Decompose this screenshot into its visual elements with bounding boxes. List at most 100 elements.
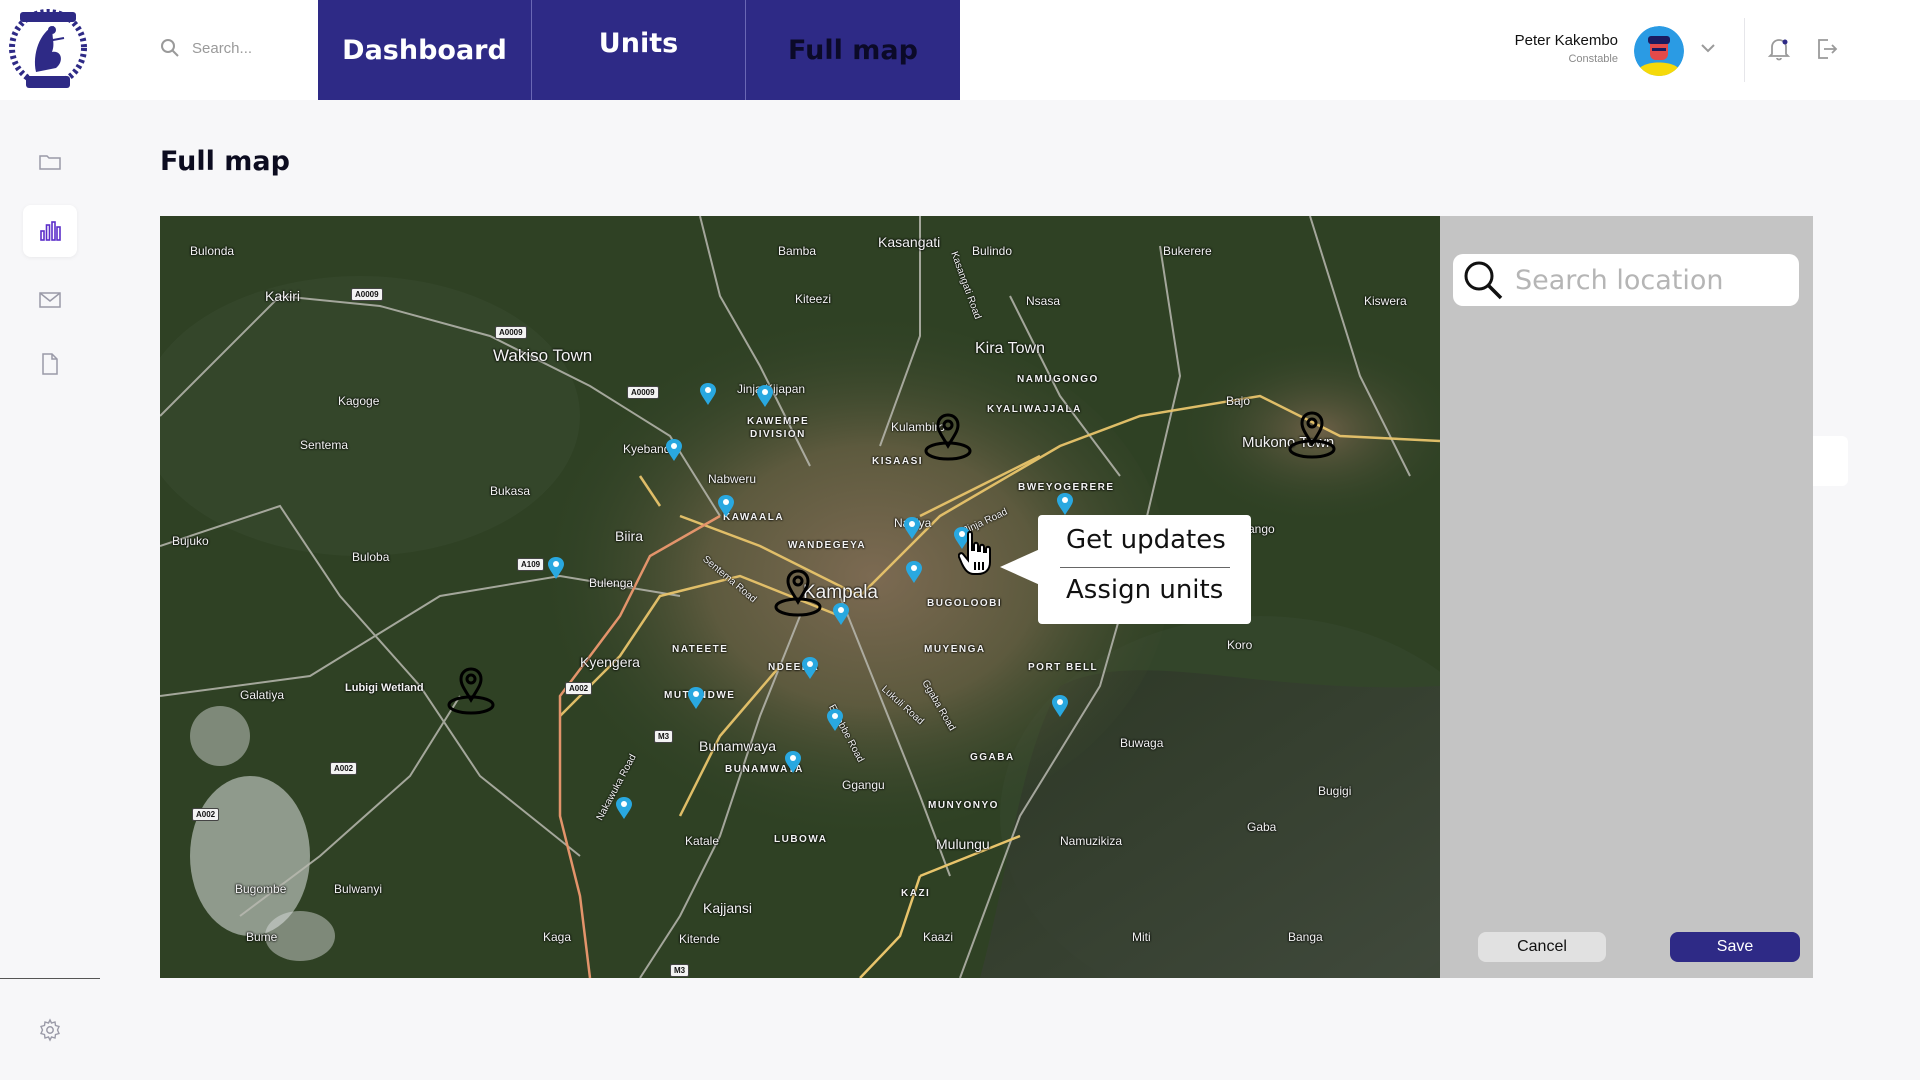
map-label: LUBOWA [774,834,828,845]
location-pin-icon[interactable] [1051,694,1069,718]
menu-item-get-updates[interactable]: Get updates [1066,525,1226,555]
road-shield: A002 [565,682,593,695]
location-pin-icon[interactable] [832,602,850,626]
map-label: NATEETE [672,644,729,655]
location-pin-icon[interactable] [615,796,633,820]
location-pin-icon[interactable] [699,382,717,406]
map-label: WANDEGEYA [788,540,867,551]
map-label: Bamba [778,244,817,258]
map-label: Bulwanyi [334,882,383,896]
location-pin-icon[interactable] [687,686,705,710]
sidebar-item-analytics[interactable] [23,205,77,257]
map-label: Sentema [300,438,349,452]
road-shield: A002 [330,762,358,775]
map-label: MUNYONYO [928,800,999,811]
map-label: Buloba [352,550,390,564]
mail-icon [39,292,61,308]
global-search[interactable] [160,38,312,58]
map-label: DIVISION [750,429,806,440]
police-crest-logo[interactable] [6,2,90,96]
map-label: KYALIWAJJALA [987,404,1082,415]
map-label: Banga [1288,930,1323,944]
map-label: Bulonda [190,244,235,258]
map-label: Kakiri [265,288,301,304]
road-shield: M3 [654,730,674,743]
road-shield: A0009 [351,288,383,301]
map-label: Kajjansi [703,900,753,916]
map-label: KAZI [901,888,931,899]
chevron-down-icon[interactable] [1698,38,1718,58]
location-search-input[interactable] [1515,264,1785,296]
unit-marker-icon[interactable] [444,662,498,718]
location-pin-icon[interactable] [801,656,819,680]
tab-units[interactable]: Units [532,0,746,100]
main-nav: Dashboard Units Full map [318,0,960,100]
search-input[interactable] [192,39,312,57]
unit-marker-icon[interactable] [771,564,825,620]
location-panel: Cancel Save [1440,216,1813,978]
map-label: Kyengera [580,654,640,670]
map-label: Bujuko [172,534,209,548]
map-label: Kiteezi [795,292,832,306]
unit-marker-icon[interactable] [1285,406,1339,462]
location-search[interactable] [1453,254,1799,306]
map-label: Gaba [1247,820,1277,834]
unit-marker-icon[interactable] [921,408,975,464]
location-pin-icon[interactable] [784,750,802,774]
map-label: Koro [1227,638,1253,652]
map-label: Nsasa [1026,294,1061,308]
user-role: Constable [1568,53,1618,65]
map-label: Katale [685,834,720,848]
sidebar-item-settings[interactable] [23,1004,77,1056]
road-shield: A0009 [627,386,659,399]
map-label: KAWEMPE [747,416,810,427]
road-shield: A002 [192,808,220,821]
map-label: Mulungu [936,836,990,852]
sidebar-item-documents[interactable] [23,338,77,390]
map-label: Kaga [543,930,572,944]
map-label: Bajo [1226,394,1251,408]
save-button[interactable]: Save [1670,932,1800,962]
logout-icon[interactable] [1814,36,1840,62]
panel-collapse-handle[interactable] [1813,436,1848,486]
location-pin-icon[interactable] [826,708,844,732]
road-shield: A0009 [495,326,527,339]
location-pin-icon[interactable] [905,560,923,584]
menu-item-assign-units[interactable]: Assign units [1066,575,1223,605]
map-label: Galatiya [240,688,285,702]
tab-dashboard[interactable]: Dashboard [318,0,532,100]
map-label: Bulindo [972,244,1013,258]
search-icon [161,39,179,57]
sidebar-item-messages[interactable] [23,274,77,326]
search-icon [1464,261,1503,300]
map-label: Miti [1132,930,1151,944]
map-label: Kitende [679,932,720,946]
location-pin-icon[interactable] [665,438,683,462]
user-info[interactable]: Peter Kakembo Constable [1515,32,1618,65]
map-label: Lubigi Wetland [345,682,424,694]
folder-icon [39,155,61,170]
map-label: Bugigi [1318,784,1352,798]
map-label: GGABA [970,752,1015,763]
map-label: Kiswera [1364,294,1407,308]
sidebar-item-folders[interactable] [23,136,77,188]
cancel-button[interactable]: Cancel [1478,932,1606,962]
map-label: Buwaga [1120,736,1164,750]
bell-icon[interactable] [1766,36,1792,62]
map-label: Wakiso Town [493,346,593,365]
map-label: NAMUGONGO [1017,374,1099,385]
avatar[interactable] [1634,26,1684,76]
location-pin-icon[interactable] [756,384,774,408]
map-label: Bukerere [1163,244,1212,258]
tab-full-map[interactable]: Full map [746,0,960,100]
location-pin-icon[interactable] [717,494,735,518]
map-label: Bume [246,930,278,944]
hand-pointer-icon [958,530,991,575]
location-pin-icon[interactable] [903,516,921,540]
user-name: Peter Kakembo [1514,32,1618,49]
location-pin-icon[interactable] [1056,492,1074,516]
header-divider [1744,18,1745,82]
map-label: Bulenga [589,576,634,590]
map-label: PORT BELL [1028,662,1099,673]
location-pin-icon[interactable] [547,556,565,580]
